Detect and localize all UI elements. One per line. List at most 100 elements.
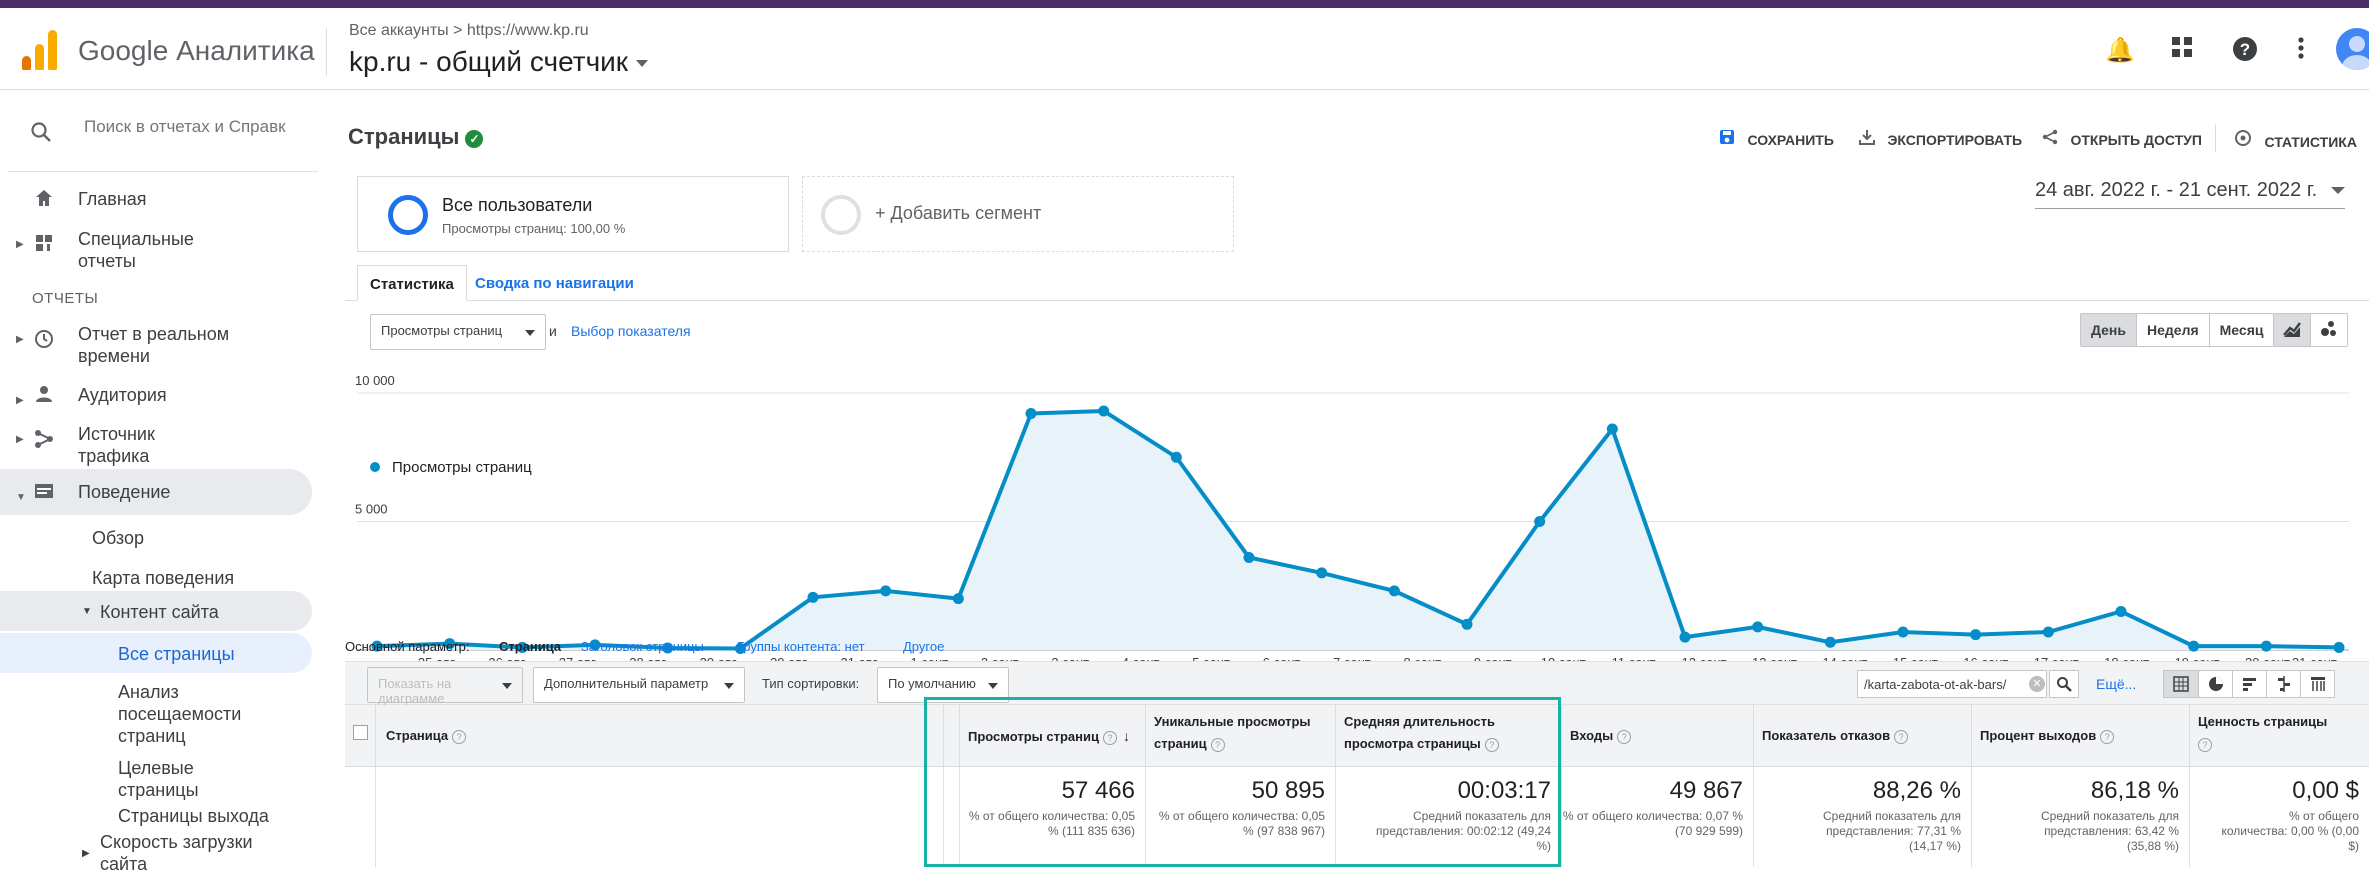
data-point [807, 591, 819, 603]
breadcrumb[interactable]: Все аккаунты > https://www.kp.ru [349, 22, 589, 40]
col-entrances[interactable]: Входы? [1561, 705, 1753, 767]
col-page-value[interactable]: Ценность страницы? [2189, 705, 2369, 767]
pie-view-icon[interactable] [2198, 671, 2232, 697]
performance-view-icon[interactable] [2232, 671, 2266, 697]
select-all-checkbox[interactable] [345, 705, 375, 767]
data-point [1170, 451, 1182, 463]
bell-icon[interactable]: 🔔 [2105, 36, 2135, 66]
add-segment-button[interactable]: + Добавить сегмент [802, 176, 1234, 252]
dimension-other[interactable]: Другое [903, 639, 944, 654]
sidebar-item-content-drilldown[interactable]: Анализ посещаемости страниц [118, 681, 258, 747]
col-page[interactable]: Страница? [375, 705, 943, 767]
segment-subtitle: Просмотры страниц: 100,00 % [442, 221, 626, 236]
sidebar-item-exit-pages[interactable]: Страницы выхода [118, 805, 308, 827]
tab-navigation-summary[interactable]: Сводка по навигации [463, 265, 646, 301]
date-range-picker[interactable]: 24 авг. 2022 г. - 21 сент. 2022 г. [2035, 179, 2346, 209]
total-sub: Средний показатель для представления: 00… [1376, 809, 1551, 853]
sidebar-item-overview[interactable]: Обзор [92, 527, 144, 549]
total-value: 88,26 % [1872, 777, 1961, 804]
totals-unique-pageviews: 50 895 % от общего количества: 0,05 % (97… [1145, 767, 1335, 867]
insights-icon [2234, 130, 2256, 151]
clear-filter-icon[interactable]: ✕ [2029, 676, 2045, 692]
total-value: 00:03:17 [1457, 777, 1551, 804]
share-button[interactable]: ОТКРЫТЬ ДОСТУП [2042, 129, 2202, 150]
more-vert-icon[interactable] [2286, 36, 2316, 66]
account-selector[interactable]: kp.ru - общий счетчик [349, 46, 648, 78]
col-avg-time[interactable]: Средняя длительность просмотра страницы? [1335, 705, 1561, 767]
pageviews-chart: 10 0005 000...25 авг.26 авг.27 авг.28 ав… [355, 373, 2349, 671]
data-point [2188, 640, 2200, 652]
sidebar-item-behavior-flow[interactable]: Карта поведения [92, 567, 234, 589]
dimension-page-title[interactable]: Заголовок страницы [581, 639, 704, 654]
chevron-right-icon: ▶ [16, 334, 24, 345]
insights-label: СТАТИСТИКА [2264, 134, 2357, 150]
secondary-dimension-select[interactable]: Дополнительный параметр [533, 667, 745, 703]
export-label: ЭКСПОРТИРОВАТЬ [1887, 132, 2023, 148]
data-point [1461, 618, 1473, 630]
help-icon[interactable]: ? [1484, 738, 1499, 752]
legend-dot [370, 462, 380, 472]
col-exit-rate[interactable]: Процент выходов? [1971, 705, 2189, 767]
search-input[interactable] [84, 117, 286, 137]
sort-type-select[interactable]: По умолчанию [877, 667, 1009, 703]
segment-name: Все пользователи [442, 195, 593, 215]
brand-name: Google Аналитика [78, 35, 315, 66]
total-value: 49 867 [1669, 777, 1743, 804]
analytics-logo-icon[interactable] [22, 30, 58, 70]
col-bounce-rate[interactable]: Показатель отказов? [1753, 705, 1971, 767]
sidebar-item-landing-pages[interactable]: Целевые страницы [118, 757, 258, 801]
pivot-view-icon[interactable] [2300, 671, 2334, 697]
col-pageviews[interactable]: Просмотры страниц? ↓ [959, 705, 1145, 767]
sidebar-item-label: Отчет в реальном времени [78, 324, 230, 366]
dimension-content-groups[interactable]: Группы контента: нет [737, 639, 865, 654]
export-button[interactable]: ЭКСПОРТИРОВАТЬ [1859, 129, 2022, 150]
save-button[interactable]: СОХРАНИТЬ [1719, 129, 1834, 150]
data-point [1534, 516, 1546, 527]
insights-button[interactable]: СТАТИСТИКА [2234, 129, 2357, 152]
plot-rows-button[interactable]: Показать на диаграмме [367, 667, 523, 706]
filter-search-icon[interactable] [2049, 670, 2079, 698]
help-icon[interactable]: ? [1210, 738, 1225, 752]
dimension-page[interactable]: Страница [499, 639, 561, 654]
add-segment-label: + Добавить сегмент [875, 203, 1042, 223]
table-filter-input[interactable] [1857, 670, 2047, 698]
select-metric-link[interactable]: Выбор показателя [571, 323, 691, 339]
and-label: и [549, 323, 557, 339]
sidebar: Главная ▶ Специальные отчеты ОТЧЕТЫ ▶ От… [0, 91, 325, 870]
data-point [2042, 626, 2054, 638]
sort-desc-icon[interactable]: ↓ [1123, 728, 1130, 744]
segment-all-users[interactable]: Все пользователи Просмотры страниц: 100,… [357, 176, 789, 252]
help-icon[interactable]: ? [1102, 731, 1117, 745]
avatar[interactable] [2336, 28, 2369, 70]
data-point [880, 585, 892, 597]
total-sub: % от общего количества: 0,07 % (70 929 5… [1562, 809, 1743, 838]
sidebar-divider [8, 171, 318, 172]
data-point [2260, 640, 2272, 652]
data-point [1098, 405, 1110, 417]
comparison-view-icon[interactable] [2266, 671, 2300, 697]
chevron-right-icon: ▶ [16, 434, 24, 445]
series-area [377, 410, 2339, 650]
total-sub: % от общего количества: 0,05 % (97 838 9… [1158, 809, 1325, 838]
help-icon[interactable]: ? [452, 730, 467, 744]
col-spacer [943, 705, 960, 767]
search-icon[interactable] [30, 121, 52, 149]
help-icon[interactable]: ? [1894, 730, 1909, 744]
col-unique-pageviews[interactable]: Уникальные просмотры страниц? [1145, 705, 1335, 767]
totals-page-value: 0,00 $ % от общего количества: 0,00 % (0,… [2189, 767, 2369, 867]
sidebar-item-all-pages[interactable]: Все страницы [118, 643, 235, 665]
tab-explorer[interactable]: Статистика [357, 265, 467, 301]
advanced-filter-link[interactable]: Ещё... [2096, 676, 2136, 692]
apps-grid-icon[interactable] [2167, 36, 2197, 66]
total-sub: Средний показатель для представления: 77… [1823, 809, 1961, 853]
report-tabs: Статистика Сводка по навигации [345, 265, 2369, 301]
sidebar-item-site-content[interactable]: Контент сайта [100, 601, 219, 623]
table-view-icon[interactable] [2164, 671, 2198, 697]
totals-cell-spacer [943, 767, 959, 867]
help-icon[interactable]: ? [2100, 730, 2115, 744]
help-icon[interactable]: ? [1617, 730, 1632, 744]
help-icon[interactable]: ? [2230, 36, 2260, 66]
sidebar-item-site-speed[interactable]: Скорость загрузки сайта [100, 831, 270, 870]
help-icon[interactable]: ? [2198, 738, 2212, 752]
col-label: Средняя длительность просмотра страницы [1344, 714, 1496, 751]
